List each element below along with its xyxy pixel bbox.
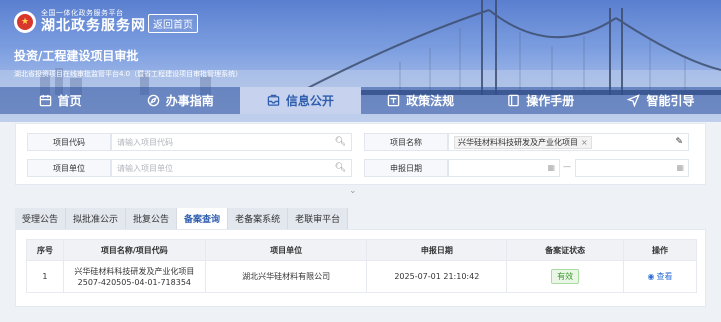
row-project-name: 兴华硅材料科技研发及产业化项目	[74, 266, 195, 276]
project-unit-input[interactable]: 请输入项目单位 🔍︎	[111, 159, 352, 177]
project-code-label: 项目代码	[27, 133, 111, 151]
back-home-button[interactable]: 返回首页	[148, 14, 198, 33]
tab-old-review[interactable]: 老联审平台	[288, 208, 349, 229]
page-subtitle: 湖北省投资项目在线审批监管平台4.0（暨省工程建设项目审批管理系统）	[14, 70, 243, 78]
eye-icon: ◉	[647, 272, 655, 281]
page-title: 投资/工程建设项目审批	[14, 49, 139, 63]
calendar-icon: ▦	[547, 163, 555, 172]
search-icon[interactable]: 🔍︎	[335, 163, 346, 173]
site-logo[interactable]: ★ 全国一体化政务服务平台 湖北政务服务网	[14, 10, 146, 33]
book-icon	[508, 94, 520, 107]
project-name-tag[interactable]: 兴华硅材料科技研发及产业化项目 ×	[454, 135, 592, 149]
logo-big-text: 湖北政务服务网	[41, 18, 146, 34]
project-unit-label: 项目单位	[27, 159, 111, 177]
row-index: 1	[26, 260, 64, 293]
end-date-input[interactable]: ▦	[575, 159, 689, 177]
main-nav: 首页 办事指南 信息公开 政策法规 操作手册 智能引导	[0, 87, 721, 114]
tab-approval[interactable]: 批复公告	[126, 208, 178, 229]
search-panel: 项目代码 请输入项目代码 🔍︎ 项目名称 兴华硅材料科技研发及产业化项目 × ✎…	[15, 123, 706, 185]
report-date-label: 申报日期	[364, 159, 448, 177]
law-icon	[387, 94, 400, 107]
nav-item-smart-guide[interactable]: 智能引导	[601, 87, 721, 114]
status-badge: 有效	[551, 269, 580, 284]
tab-old-filing[interactable]: 老备案系统	[228, 208, 289, 229]
project-unit-placeholder: 请输入项目单位	[117, 163, 173, 173]
nav-item-home[interactable]: 首页	[0, 87, 120, 114]
tab-acceptance[interactable]: 受理公告	[15, 208, 67, 229]
view-link-label: 查看	[656, 272, 673, 281]
table-header-row: 序号 项目名称/项目代码 项目单位 申报日期 备案证状态 操作	[26, 239, 697, 261]
nav-item-label: 首页	[57, 94, 82, 108]
tab-filing-query[interactable]: 备案查询	[177, 208, 229, 229]
col-name-code: 项目名称/项目代码	[62, 239, 206, 261]
nav-item-label: 信息公开	[285, 94, 334, 108]
project-name-tag-text: 兴华硅材料科技研发及产业化项目	[458, 137, 578, 147]
inbox-icon	[267, 94, 280, 106]
start-date-input[interactable]: ▦	[448, 159, 560, 177]
view-link[interactable]: ◉ 查看	[648, 271, 673, 282]
row-action: ◉ 查看	[623, 260, 697, 293]
tab-proposed-approval[interactable]: 拟批准公示	[66, 208, 127, 229]
logo-small-text: 全国一体化政务服务平台	[41, 9, 124, 17]
row-project-code: 2507-420505-04-01-718354	[77, 277, 191, 287]
project-name-input[interactable]: 兴华硅材料科技研发及产业化项目 × ✎	[448, 133, 689, 151]
row-status: 有效	[506, 260, 625, 293]
nav-item-info[interactable]: 信息公开	[240, 87, 361, 114]
nav-item-policy[interactable]: 政策法规	[361, 87, 481, 114]
col-index: 序号	[26, 239, 64, 261]
tab-bar: 受理公告 拟批准公示 批复公告 备案查询 老备案系统 老联审平台	[15, 208, 349, 229]
expand-chevron-icon[interactable]: ⌄	[349, 186, 357, 196]
close-icon[interactable]: ×	[581, 138, 588, 147]
results-panel: 序号 项目名称/项目代码 项目单位 申报日期 备案证状态 操作 1 兴华硅材料科…	[15, 229, 706, 307]
date-separator: —	[563, 162, 571, 171]
calendar-icon: ▦	[676, 163, 684, 172]
row-date: 2025-07-01 21:10:42	[366, 260, 508, 293]
emblem-icon: ★	[14, 10, 36, 33]
col-unit: 项目单位	[204, 239, 368, 261]
nav-item-manual[interactable]: 操作手册	[481, 87, 601, 114]
edit-icon[interactable]: ✎	[675, 137, 683, 147]
compass-icon	[147, 94, 160, 107]
nav-item-label: 操作手册	[526, 94, 575, 108]
results-table: 序号 项目名称/项目代码 项目单位 申报日期 备案证状态 操作 1 兴华硅材料科…	[26, 239, 697, 293]
col-status: 备案证状态	[506, 239, 625, 261]
project-code-placeholder: 请输入项目代码	[117, 137, 173, 147]
nav-item-guide[interactable]: 办事指南	[120, 87, 240, 114]
col-action: 操作	[623, 239, 697, 261]
calendar-icon	[39, 94, 51, 107]
nav-item-label: 政策法规	[406, 94, 455, 108]
row-unit: 湖北兴华硅材料有限公司	[204, 260, 368, 293]
nav-item-label: 办事指南	[165, 94, 214, 108]
row-name-code: 兴华硅材料科技研发及产业化项目 2507-420505-04-01-718354	[62, 260, 206, 293]
project-code-input[interactable]: 请输入项目代码 🔍︎	[111, 133, 352, 151]
col-date: 申报日期	[366, 239, 508, 261]
nav-item-label: 智能引导	[646, 94, 695, 108]
project-name-label: 项目名称	[364, 133, 448, 151]
search-icon[interactable]: 🔍︎	[335, 137, 346, 147]
navigate-icon	[627, 94, 641, 107]
table-row: 1 兴华硅材料科技研发及产业化项目 2507-420505-04-01-7183…	[26, 260, 697, 293]
